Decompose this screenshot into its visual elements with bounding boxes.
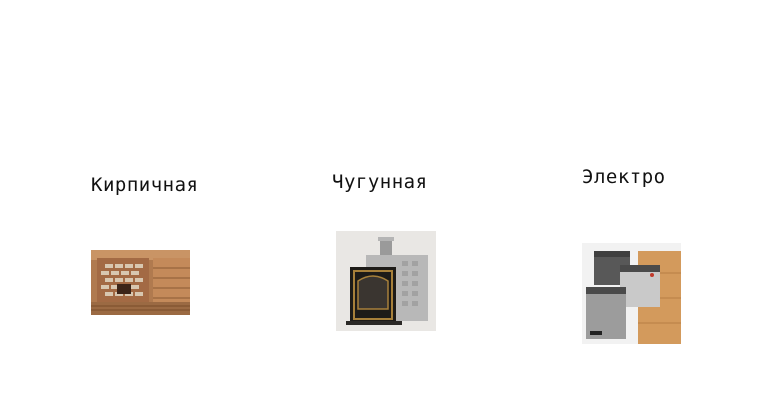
- electric-heater-photo-icon: [582, 243, 681, 344]
- cast-iron-stove-image[interactable]: [336, 231, 436, 331]
- stove-title-electric[interactable]: Электро: [582, 166, 666, 188]
- electric-heater-image[interactable]: [582, 243, 681, 344]
- cast-iron-stove-photo-icon: [336, 231, 436, 331]
- stove-title-cast-iron[interactable]: Чугунная: [332, 171, 428, 193]
- stove-title-brick[interactable]: Кирпичная: [91, 174, 198, 196]
- brick-stove-photo-icon: [91, 250, 190, 315]
- brick-stove-image[interactable]: [91, 250, 190, 315]
